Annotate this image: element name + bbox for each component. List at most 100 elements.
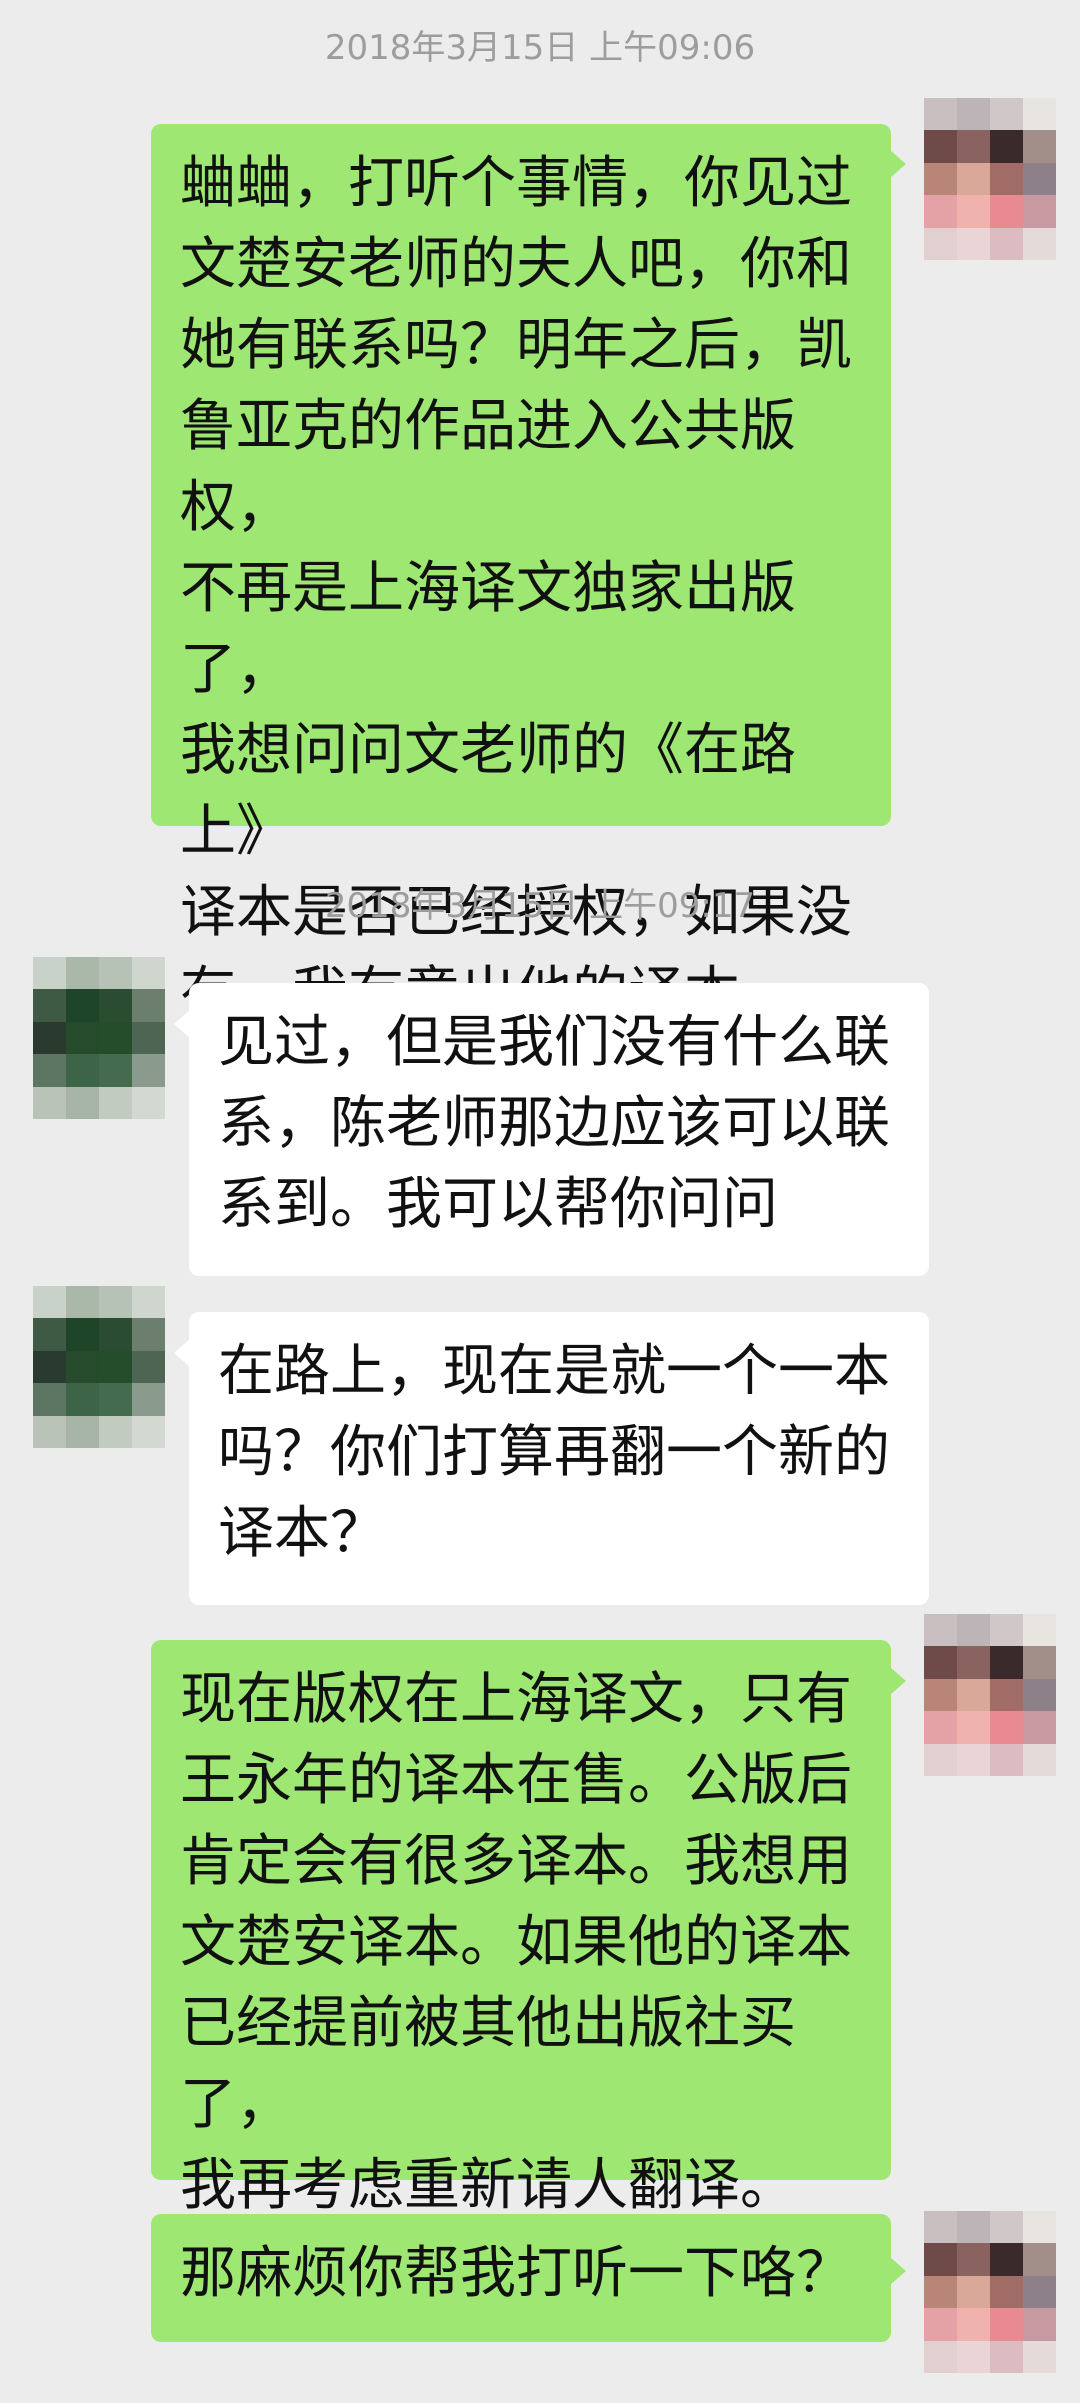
avatar-pixel bbox=[99, 1415, 132, 1448]
avatar-pixel bbox=[924, 2308, 957, 2341]
avatar-pixel bbox=[132, 1054, 165, 1087]
message-bubble-sent[interactable]: 那麻烦你帮我打听一下咯？ bbox=[151, 2214, 891, 2342]
avatar-pixel bbox=[1023, 1614, 1056, 1647]
avatar-pixel bbox=[990, 2340, 1023, 2373]
avatar-pixel bbox=[99, 989, 132, 1022]
avatar-pixel bbox=[924, 195, 957, 228]
avatar-pixel bbox=[990, 2243, 1023, 2276]
avatar-pixel bbox=[132, 1415, 165, 1448]
avatar-pixel bbox=[33, 1415, 66, 1448]
avatar-pixel bbox=[66, 1054, 99, 1087]
avatar-pixel bbox=[957, 1646, 990, 1679]
avatar-pixel bbox=[66, 1318, 99, 1351]
message-bubble-received[interactable]: 在路上，现在是就一个一本 吗？你们打算再翻一个新的 译本？ bbox=[189, 1312, 929, 1605]
avatar-pixel bbox=[990, 2275, 1023, 2309]
avatar-pixel bbox=[924, 2243, 957, 2276]
avatar-pixel bbox=[99, 1318, 132, 1351]
avatar-pixel bbox=[99, 1086, 132, 1119]
avatar-pixel bbox=[33, 1054, 66, 1087]
avatar-pixel bbox=[1023, 2211, 1056, 2244]
avatar-pixel bbox=[957, 162, 990, 196]
bubble-tail bbox=[890, 150, 906, 178]
avatar-me[interactable] bbox=[924, 2211, 1056, 2373]
message-bubble-sent[interactable]: 蛐蛐，打听个事情，你见过 文楚安老师的夫人吧，你和 她有联系吗？明年之后，凯 鲁… bbox=[151, 124, 891, 1026]
avatar-pixel bbox=[924, 1646, 957, 1679]
avatar-pixel bbox=[924, 2275, 957, 2309]
avatar-pixel bbox=[132, 1383, 165, 1416]
avatar-pixel bbox=[1023, 195, 1056, 228]
avatar-me[interactable] bbox=[924, 98, 1056, 260]
avatar-pixel bbox=[924, 162, 957, 196]
avatar-pixel bbox=[99, 1021, 132, 1055]
avatar-pixel bbox=[66, 1350, 99, 1384]
avatar-pixel bbox=[924, 1711, 957, 1744]
avatar-pixel bbox=[990, 162, 1023, 196]
avatar-me[interactable] bbox=[924, 1614, 1056, 1776]
avatar-pixel bbox=[1023, 1711, 1056, 1744]
avatar-pixel bbox=[1023, 1743, 1056, 1776]
avatar-pixel bbox=[132, 1318, 165, 1351]
avatar-contact[interactable] bbox=[33, 957, 165, 1119]
avatar-pixel bbox=[1023, 2275, 1056, 2309]
timestamp: 2018年3月15日 上午09:06 bbox=[324, 28, 756, 68]
avatar-pixel bbox=[66, 957, 99, 990]
avatar-pixel bbox=[990, 1711, 1023, 1744]
avatar-pixel bbox=[957, 1678, 990, 1712]
timestamp: 2018年3月15日 上午09:17 bbox=[324, 886, 756, 926]
avatar-pixel bbox=[990, 1646, 1023, 1679]
avatar-pixel bbox=[924, 130, 957, 163]
avatar-pixel bbox=[924, 1614, 957, 1647]
avatar-pixel bbox=[99, 1383, 132, 1416]
avatar-pixel bbox=[99, 1350, 132, 1384]
avatar-pixel bbox=[33, 989, 66, 1022]
avatar-pixel bbox=[132, 1350, 165, 1384]
avatar-pixel bbox=[33, 1086, 66, 1119]
message-bubble-received[interactable]: 见过，但是我们没有什么联 系，陈老师那边应该可以联 系到。我可以帮你问问 bbox=[189, 983, 929, 1276]
avatar-pixel bbox=[99, 957, 132, 990]
avatar-pixel bbox=[132, 1021, 165, 1055]
bubble-tail bbox=[174, 1339, 190, 1367]
avatar-pixel bbox=[990, 1678, 1023, 1712]
avatar-pixel bbox=[132, 1286, 165, 1319]
avatar-contact[interactable] bbox=[33, 1286, 165, 1448]
avatar-pixel bbox=[66, 1415, 99, 1448]
avatar-pixel bbox=[66, 1383, 99, 1416]
avatar-pixel bbox=[957, 130, 990, 163]
avatar-pixel bbox=[957, 1711, 990, 1744]
avatar-pixel bbox=[33, 1286, 66, 1319]
avatar-pixel bbox=[1023, 1678, 1056, 1712]
avatar-pixel bbox=[990, 130, 1023, 163]
avatar-pixel bbox=[33, 1350, 66, 1384]
avatar-pixel bbox=[924, 98, 957, 131]
avatar-pixel bbox=[33, 957, 66, 990]
bubble-tail bbox=[890, 1667, 906, 1695]
avatar-pixel bbox=[924, 1678, 957, 1712]
avatar-pixel bbox=[957, 227, 990, 260]
avatar-pixel bbox=[132, 1086, 165, 1119]
avatar-pixel bbox=[957, 195, 990, 228]
avatar-pixel bbox=[132, 957, 165, 990]
bubble-tail bbox=[174, 1010, 190, 1038]
avatar-pixel bbox=[66, 1021, 99, 1055]
avatar-pixel bbox=[1023, 1646, 1056, 1679]
avatar-pixel bbox=[957, 1614, 990, 1647]
avatar-pixel bbox=[33, 1383, 66, 1416]
avatar-pixel bbox=[1023, 130, 1056, 163]
avatar-pixel bbox=[957, 2275, 990, 2309]
avatar-pixel bbox=[33, 1021, 66, 1055]
avatar-pixel bbox=[990, 227, 1023, 260]
avatar-pixel bbox=[1023, 2243, 1056, 2276]
avatar-pixel bbox=[957, 1743, 990, 1776]
avatar-pixel bbox=[66, 1086, 99, 1119]
avatar-pixel bbox=[924, 227, 957, 260]
avatar-pixel bbox=[924, 2340, 957, 2373]
avatar-pixel bbox=[957, 2340, 990, 2373]
avatar-pixel bbox=[1023, 2340, 1056, 2373]
bubble-tail bbox=[890, 2257, 906, 2285]
avatar-pixel bbox=[990, 195, 1023, 228]
avatar-pixel bbox=[990, 98, 1023, 131]
message-bubble-sent[interactable]: 现在版权在上海译文，只有 王永年的译本在售。公版后 肯定会有很多译本。我想用 文… bbox=[151, 1640, 891, 2218]
avatar-pixel bbox=[990, 1743, 1023, 1776]
avatar-pixel bbox=[990, 2308, 1023, 2341]
avatar-pixel bbox=[66, 989, 99, 1022]
